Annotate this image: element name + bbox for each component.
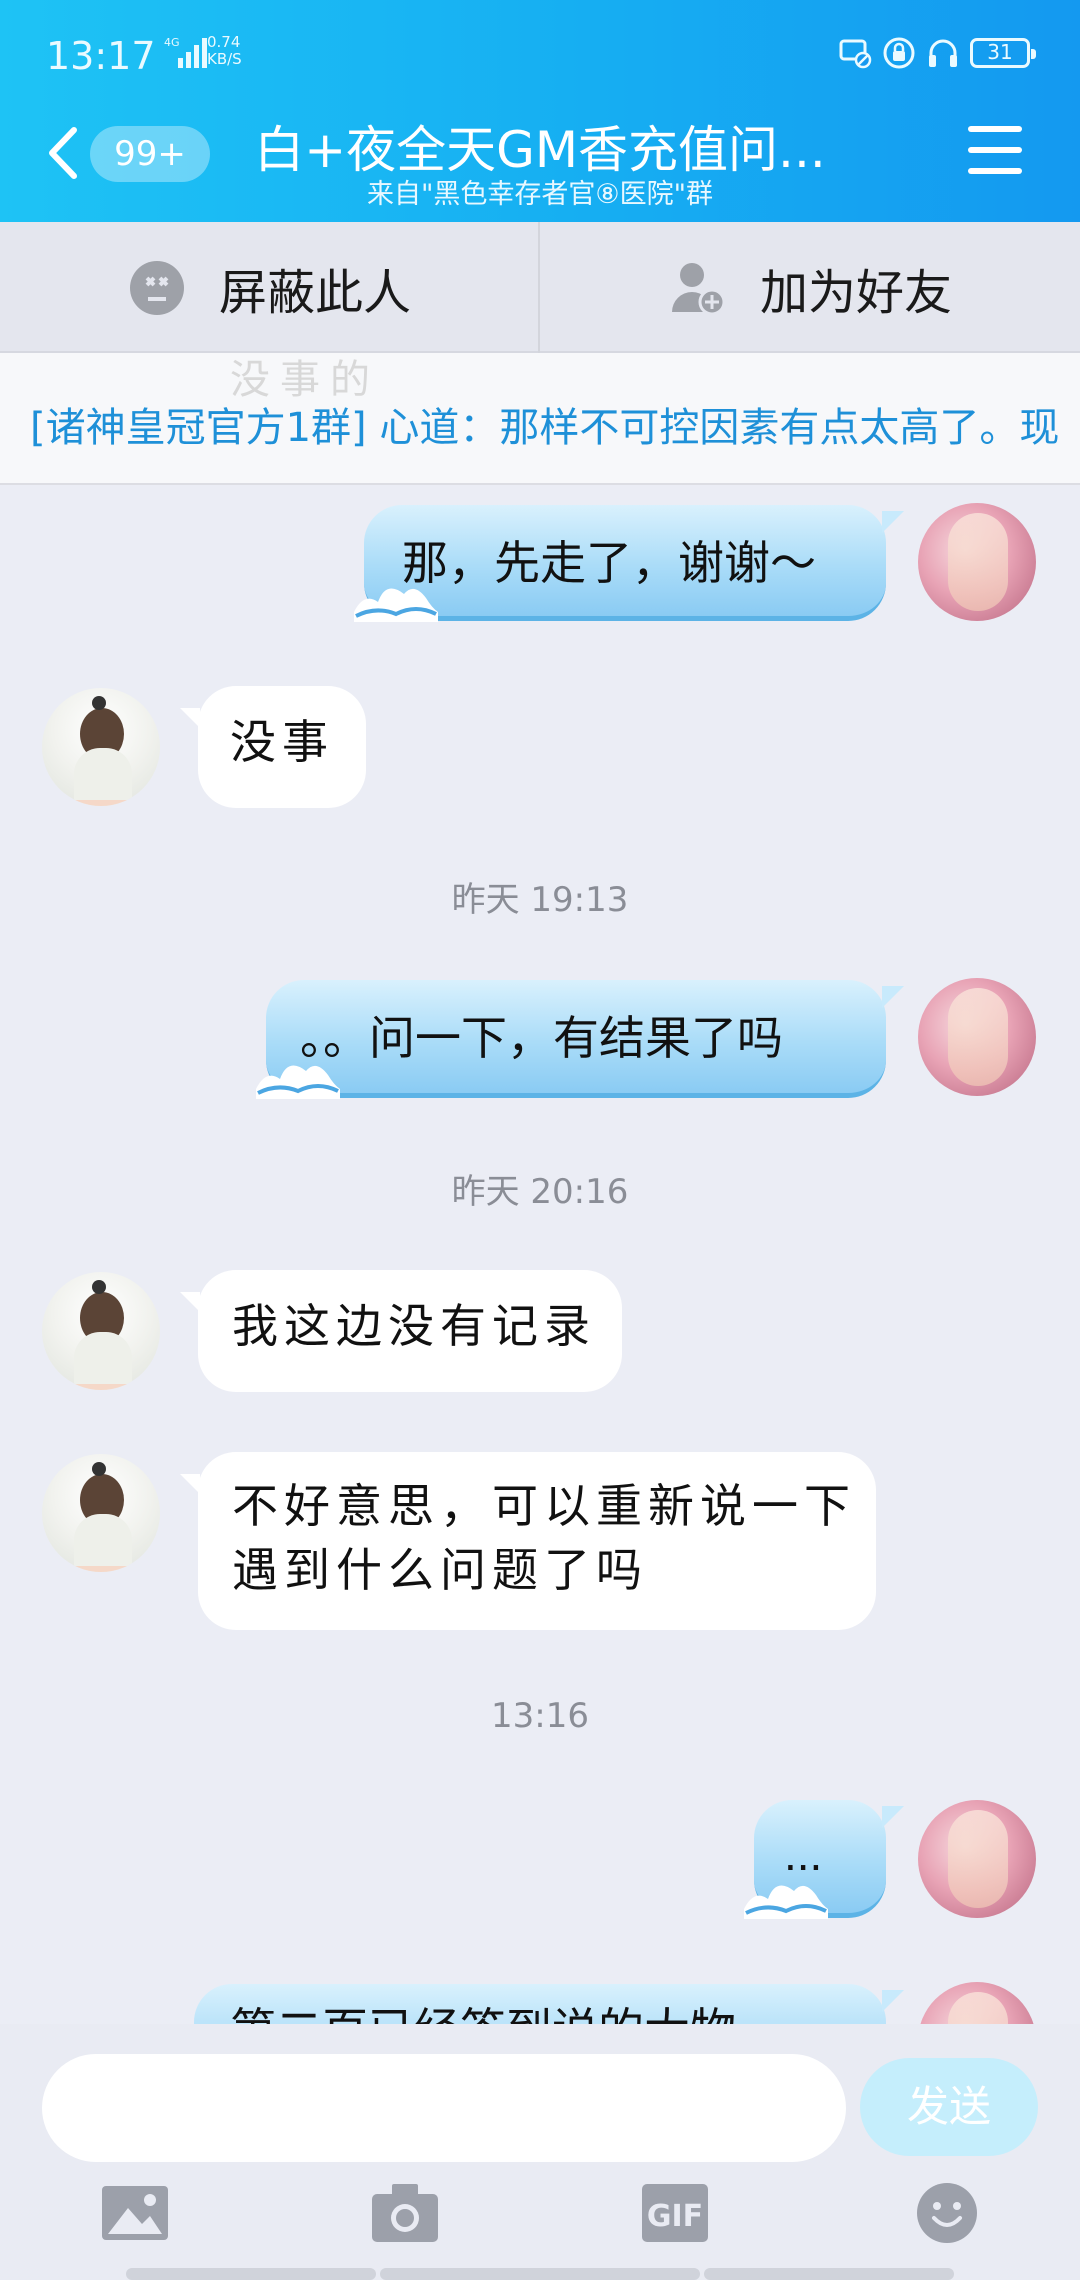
wave-decoration-icon <box>744 1885 828 1919</box>
message-bubble-self[interactable]: 那，先走了，谢谢～ <box>354 505 904 622</box>
avatar-self[interactable] <box>918 1800 1036 1918</box>
toolbar-tab-indicator <box>380 2268 700 2280</box>
battery-indicator: 31 <box>970 38 1036 68</box>
message-bubble-self[interactable]: ... <box>744 1800 904 1919</box>
camera-icon[interactable] <box>370 2182 440 2244</box>
gif-icon[interactable]: GIF <box>640 2182 710 2244</box>
message-overflow-clip: 第二页已经答到说的大物 <box>0 1980 1080 2024</box>
network-speed-value: 0.74 <box>207 33 241 51</box>
message-bubble-other[interactable]: 我这边没有记录 <box>180 1270 622 1392</box>
notice-text: [诸神皇冠官方1群] 心道：那样不可控因素有点太高了。现 <box>30 405 1060 451</box>
message-bubble-other[interactable]: 没事 <box>180 686 366 808</box>
input-bar: 发送 GIF <box>0 2024 1080 2280</box>
message-text-line: 遇到什么问题了吗 <box>232 1543 648 1597</box>
emoji-icon[interactable] <box>912 2182 982 2244</box>
headphones-icon <box>929 39 957 67</box>
status-bar: 13:17 4G 0.74 KB/S 31 <box>0 0 1080 110</box>
avatar-self[interactable] <box>918 978 1036 1096</box>
message-text: 第二页已经答到说的大物 <box>230 2004 736 2024</box>
avatar-other[interactable] <box>42 688 160 806</box>
message-bubble-self[interactable]: 。。问一下，有结果了吗 <box>256 980 904 1099</box>
message-text: 那，先走了，谢谢～ <box>402 537 816 589</box>
network-speed-unit: KB/S <box>207 50 242 68</box>
network-speed: 0.74 KB/S <box>207 34 242 68</box>
network-type: 4G <box>164 36 180 49</box>
toolbar-tab-indicator <box>704 2268 954 2280</box>
avatar-other[interactable] <box>42 1454 160 1572</box>
message-input[interactable] <box>42 2054 846 2162</box>
blocked-face-icon <box>129 260 184 315</box>
avatar-self[interactable] <box>918 1982 1036 2024</box>
gif-icon-label: GIF <box>647 2199 703 2234</box>
signal-icon: 4G <box>164 36 207 68</box>
message-text: 。。问一下，有结果了吗 <box>300 1012 783 1064</box>
chat-subtitle: 来自"黑色幸存者官⑧医院"群 <box>366 179 714 210</box>
toolbar-tab-indicator <box>126 2268 376 2280</box>
message-timestamp: 13:16 <box>491 1696 589 1736</box>
message-text-line: 不好意思，可以重新说一下 <box>232 1479 856 1533</box>
add-friend-label: 加为好友 <box>759 264 952 321</box>
message-bubble-other[interactable]: 不好意思，可以重新说一下 遇到什么问题了吗 <box>180 1452 876 1630</box>
message-timestamp: 昨天 19:13 <box>451 880 629 920</box>
block-user-label: 屏蔽此人 <box>218 264 411 321</box>
message-muted-icon <box>839 39 872 69</box>
status-time: 13:17 <box>46 34 156 78</box>
block-user-button[interactable]: 屏蔽此人 <box>0 222 540 353</box>
menu-icon[interactable] <box>968 126 1022 176</box>
wave-decoration-icon <box>256 1065 340 1099</box>
message-text: 我这边没有记录 <box>232 1299 596 1353</box>
message-timestamp: 昨天 20:16 <box>451 1172 629 1212</box>
group-notice-banner[interactable]: 没事的 [诸神皇冠官方1群] 心道：那样不可控因素有点太高了。现 <box>0 353 1080 485</box>
avatar-other[interactable] <box>42 1272 160 1390</box>
wave-decoration-icon <box>354 588 438 622</box>
image-icon[interactable] <box>100 2182 170 2244</box>
add-friend-icon <box>671 262 726 315</box>
send-button[interactable]: 发送 <box>860 2058 1038 2156</box>
unread-count-badge[interactable]: 99+ <box>90 126 210 182</box>
back-chevron-icon[interactable] <box>44 122 84 184</box>
lock-rotate-icon <box>883 37 915 69</box>
message-bubble-self[interactable]: 第二页已经答到说的大物 <box>194 1984 904 2024</box>
avatar-self[interactable] <box>918 503 1036 621</box>
message-text: 没事 <box>230 715 334 769</box>
chat-header: 13:17 4G 0.74 KB/S 31 99+ 白+夜全天GM香充值问...… <box>0 0 1080 222</box>
stranger-action-bar: 屏蔽此人 加为好友 <box>0 222 1080 353</box>
add-friend-button[interactable]: 加为好友 <box>540 222 1080 353</box>
